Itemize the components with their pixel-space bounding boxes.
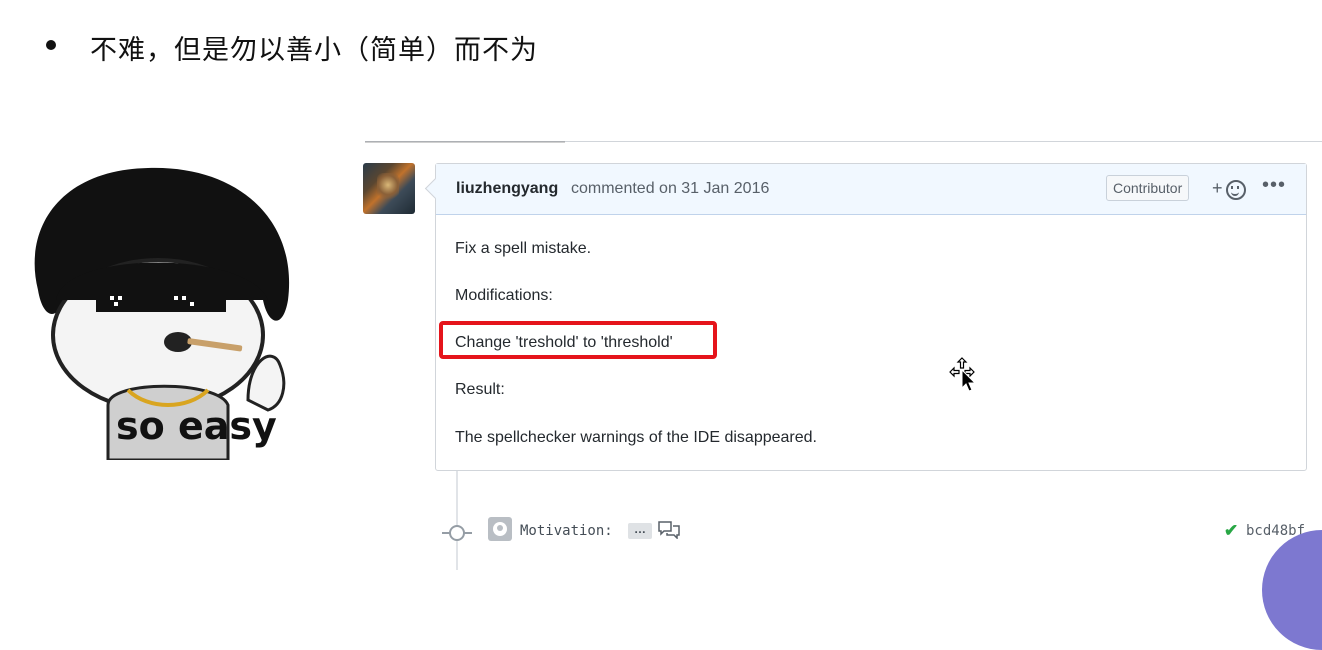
comment-body-line: Fix a spell mistake.: [455, 240, 592, 257]
add-reaction-button[interactable]: +: [1212, 178, 1250, 200]
author-link[interactable]: liuzhengyang: [456, 180, 558, 198]
plus-icon: +: [1212, 178, 1223, 198]
commit-node-icon: [442, 525, 472, 541]
timeline-line: [456, 470, 458, 570]
contributor-badge: Contributor: [1106, 175, 1190, 201]
expand-commit-button[interactable]: …: [628, 523, 652, 539]
smiley-icon: [1226, 180, 1246, 200]
corner-decoration: [1262, 530, 1322, 650]
bullet-dot: [46, 40, 56, 50]
slide-title: 不难，但是勿以善小（简单）而不为: [90, 35, 538, 66]
meme-caption: so easy: [116, 404, 277, 448]
comment-header: liuzhengyang commented on 31 Jan 2016 Co…: [436, 164, 1306, 215]
timeline-divider-shadow: [365, 141, 565, 143]
comment-icon[interactable]: [658, 521, 680, 539]
author-avatar[interactable]: [363, 163, 415, 214]
comment-body-line-highlighted: Change 'treshold' to 'threshold': [455, 334, 673, 351]
comment-body-line: Modifications:: [455, 287, 553, 304]
comment-body-line: Result:: [455, 381, 505, 398]
comment-body-line: The spellchecker warnings of the IDE dis…: [455, 429, 817, 446]
commit-message-link[interactable]: Motivation:: [520, 523, 613, 539]
more-options-button[interactable]: •••: [1262, 174, 1286, 197]
github-avatar-icon[interactable]: [488, 517, 512, 541]
comment-timestamp[interactable]: commented on 31 Jan 2016: [571, 180, 769, 198]
comment-box: liuzhengyang commented on 31 Jan 2016 Co…: [435, 163, 1307, 471]
check-icon[interactable]: ✔: [1224, 521, 1238, 541]
move-cursor-icon: [949, 357, 977, 392]
